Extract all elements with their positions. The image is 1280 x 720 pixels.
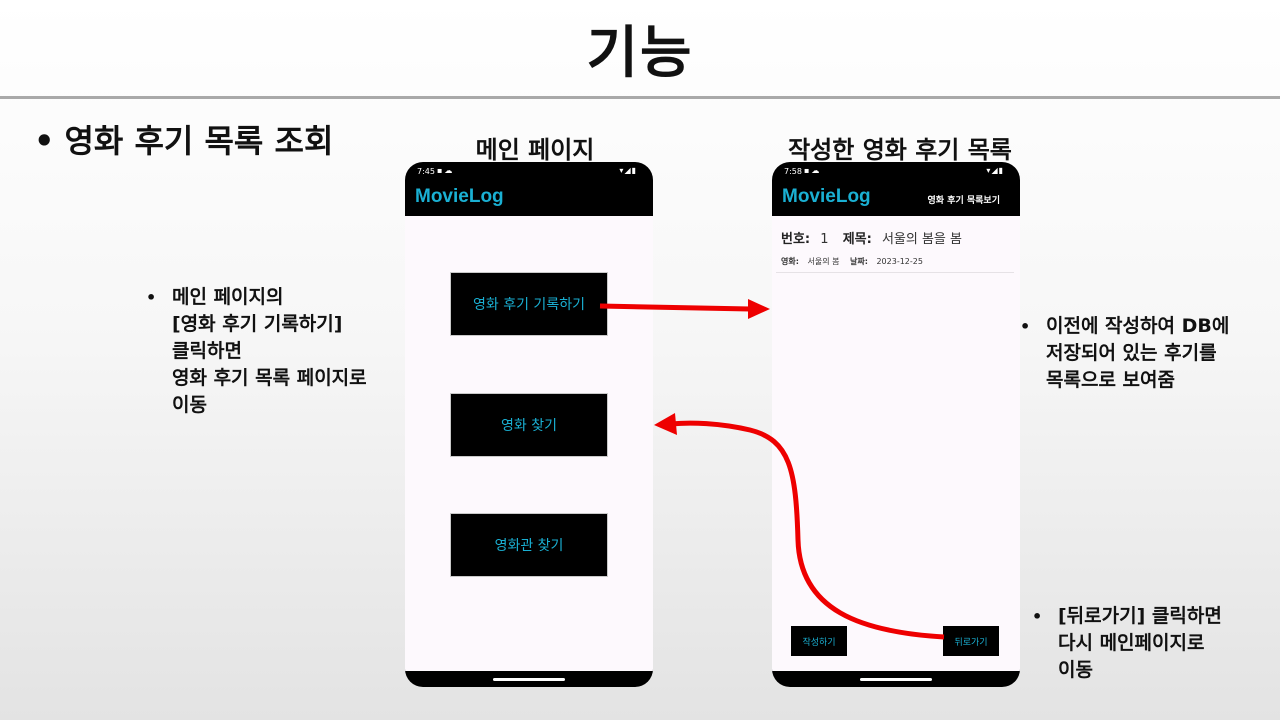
app-bar: MovieLog: [405, 180, 653, 216]
back-button[interactable]: 뒤로가기: [943, 626, 999, 656]
review-title: 서울의 봄을 봄: [881, 232, 962, 247]
note-bullet: •: [146, 288, 157, 307]
home-indicator[interactable]: [860, 678, 932, 681]
review-number: 1: [820, 232, 829, 247]
write-review-button[interactable]: 영화 후기 기록하기: [450, 272, 608, 336]
note-line: 다시 메인페이지로: [1058, 632, 1205, 654]
arrowhead-left: [654, 413, 677, 435]
note-left: • 메인 페이지의 [영화 후기 기록하기] 클릭하면 영화 후기 목록 페이지…: [146, 284, 367, 419]
write-button[interactable]: 작성하기: [791, 626, 847, 656]
status-time: 7:45: [417, 167, 435, 176]
title-divider: [0, 96, 1280, 99]
status-bar: 7:45 ▪☁ ▾◢▮: [405, 162, 653, 180]
phone-main-page: 7:45 ▪☁ ▾◢▮ MovieLog 영화 후기 기록하기 영화 찾기 영화…: [405, 162, 653, 687]
review-item-meta: 영화: 서울의 봄 날짜: 2023-12-25: [781, 256, 923, 267]
review-date: 2023-12-25: [876, 257, 923, 266]
note-bullet: •: [1032, 607, 1043, 626]
note-line: 저장되어 있는 후기를: [1046, 342, 1217, 364]
movie-label: 영화:: [781, 257, 799, 266]
section-heading: • 영화 후기 목록 조회: [34, 116, 333, 162]
slide-title: 기능: [586, 21, 694, 86]
home-indicator[interactable]: [493, 678, 565, 681]
title-label: 제목:: [842, 232, 872, 247]
caption-main-page: 메인 페이지: [475, 136, 595, 164]
review-list-screen: 번호: 1 제목: 서울의 봄을 봄 영화: 서울의 봄 날짜: 2023-12…: [772, 216, 1020, 671]
sim-cloud-icon: ▪☁: [804, 166, 822, 175]
arrowhead-right: [748, 299, 770, 319]
note-right-top: • 이전에 작성하여 DB에 저장되어 있는 후기를 목록으로 보여줌: [1020, 313, 1230, 394]
note-line: 영화 후기 목록 페이지로: [172, 367, 367, 389]
note-line: 이전에 작성하여 DB에: [1046, 315, 1230, 337]
heading-text: 영화 후기 목록 조회: [64, 122, 334, 160]
number-label: 번호:: [781, 232, 811, 247]
note-bullet: •: [1020, 317, 1031, 336]
sim-cloud-icon: ▪☁: [437, 166, 455, 175]
note-right-bottom: • [뒤로가기] 클릭하면 다시 메인페이지로 이동: [1032, 603, 1222, 684]
list-divider: [776, 272, 1014, 273]
main-screen: 영화 후기 기록하기 영화 찾기 영화관 찾기: [405, 216, 653, 671]
date-label: 날짜:: [850, 257, 868, 266]
status-time: 7:58: [784, 167, 802, 176]
phone-review-list: 7:58 ▪☁ ▾◢▮ MovieLog 영화 후기 목록보기 번호: 1 제목…: [772, 162, 1020, 687]
note-line: 이동: [172, 394, 207, 416]
note-line: 목록으로 보여줌: [1046, 369, 1175, 391]
app-bar-subtitle: 영화 후기 목록보기: [927, 196, 1000, 206]
heading-bullet: •: [34, 122, 55, 160]
note-line: 메인 페이지의: [172, 286, 284, 308]
review-item-header[interactable]: 번호: 1 제목: 서울의 봄을 봄: [781, 228, 962, 247]
note-line: 이동: [1058, 659, 1093, 681]
wifi-signal-battery-icon: ▾◢▮: [619, 166, 637, 175]
review-movie: 서울의 봄: [807, 257, 840, 266]
status-bar: 7:58 ▪☁ ▾◢▮: [772, 162, 1020, 180]
note-line: [뒤로가기] 클릭하면: [1058, 605, 1222, 627]
find-theater-button[interactable]: 영화관 찾기: [450, 513, 608, 577]
app-title: MovieLog: [782, 186, 871, 207]
note-line: 클릭하면: [172, 340, 242, 362]
app-bar: MovieLog 영화 후기 목록보기: [772, 180, 1020, 216]
note-line: [영화 후기 기록하기]: [172, 313, 343, 335]
caption-review-list: 작성한 영화 후기 목록: [788, 136, 1012, 164]
find-movie-button[interactable]: 영화 찾기: [450, 393, 608, 457]
wifi-signal-battery-icon: ▾◢▮: [986, 166, 1004, 175]
app-title: MovieLog: [415, 186, 504, 207]
